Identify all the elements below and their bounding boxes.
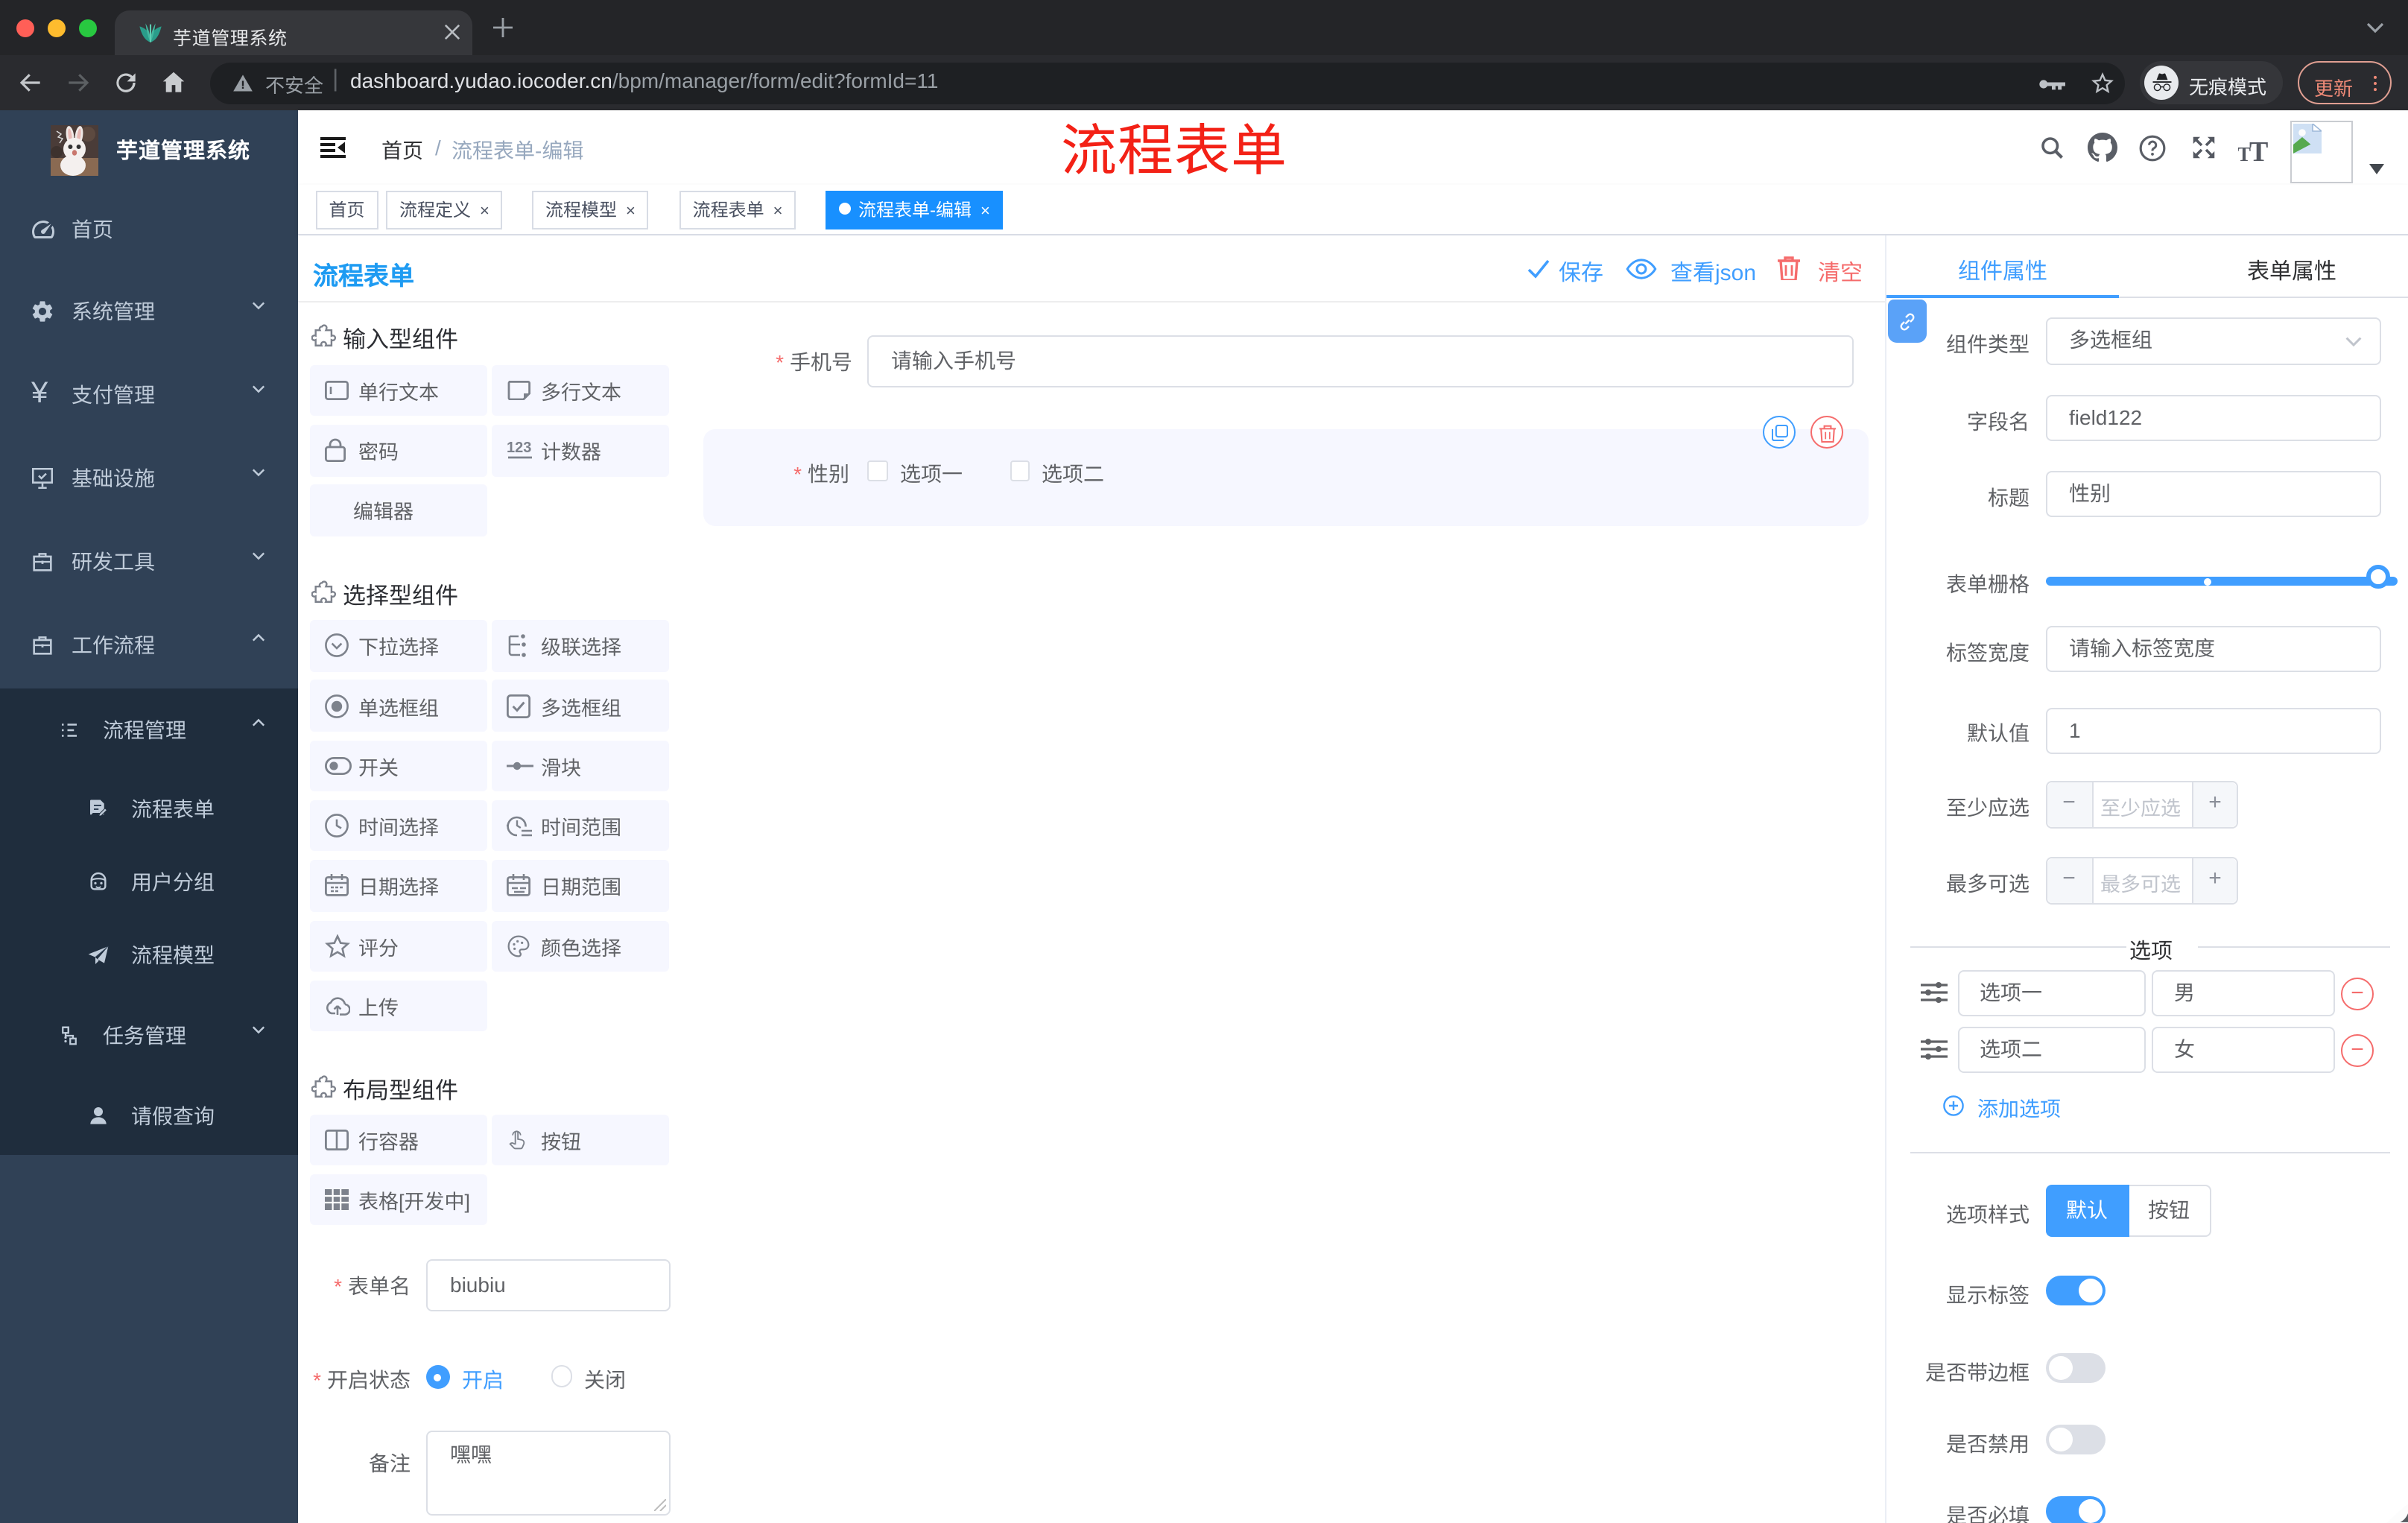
svg-text:T: T <box>2249 136 2268 164</box>
svg-text:123: 123 <box>507 440 531 457</box>
